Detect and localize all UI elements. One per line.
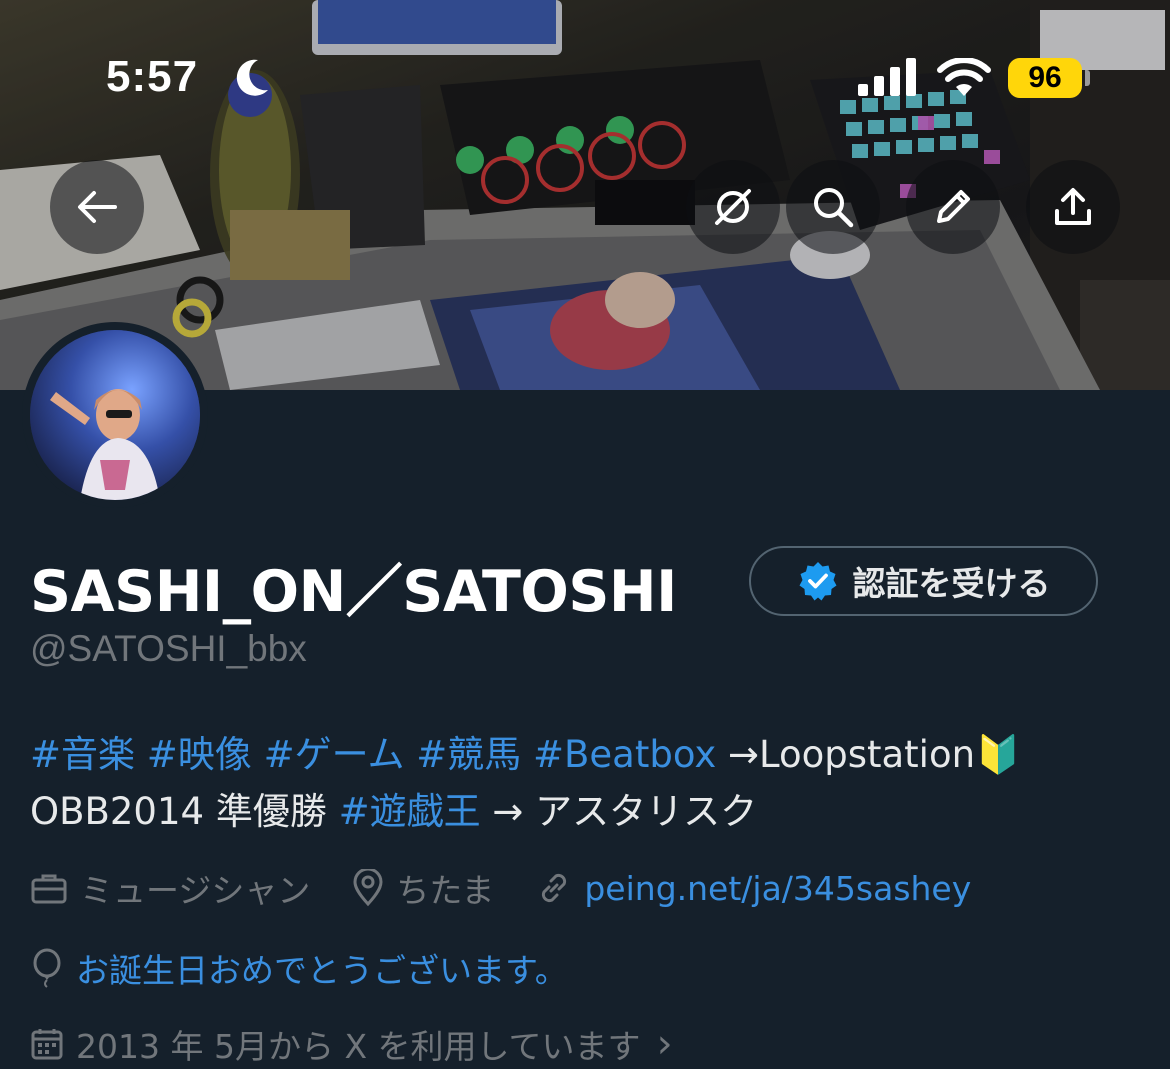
profile-handle: @SATOSHI_bbx <box>30 628 307 669</box>
avatar-image <box>30 330 200 500</box>
wifi-icon <box>937 58 991 96</box>
bio-text: → アスタリスク <box>480 790 758 833</box>
get-verified-button[interactable]: 認証を受ける <box>749 546 1098 616</box>
bio-text <box>252 733 264 776</box>
location-text: ちたま <box>396 871 495 910</box>
hashtag-link[interactable]: #映像 <box>147 733 252 776</box>
joined-row[interactable]: 2013 年 5月から X を利用しています › <box>30 1020 673 1068</box>
profession-item: ミュージシャン <box>30 864 310 912</box>
profile-avatar[interactable] <box>22 322 208 508</box>
bio-line-1: #音楽 #映像 #ゲーム #競馬 #Beatbox →Loopstation🔰 <box>30 726 1140 783</box>
do-not-disturb-moon-icon <box>236 59 268 96</box>
location-pin-icon <box>353 869 383 907</box>
calendar-icon <box>31 1029 63 1060</box>
status-bar-time: 5:57 <box>106 52 199 101</box>
search-icon <box>814 188 854 228</box>
bio-text <box>404 733 416 776</box>
share-icon <box>1055 188 1091 225</box>
profile-meta-row: ミュージシャン ちたま peing.net/ja/345sashey <box>30 864 1013 912</box>
location-item: ちたま <box>352 864 494 912</box>
bio-text: →Loopstation🔰 <box>716 733 1022 776</box>
profession-text: ミュージシャン <box>80 871 311 910</box>
pencil-icon <box>937 190 970 223</box>
birthday-row: お誕生日おめでとうございます。 <box>30 944 568 992</box>
incognito-button[interactable] <box>686 160 780 254</box>
avatar-photo <box>30 330 200 500</box>
hashtag-link[interactable]: #遊戯王 <box>339 790 481 833</box>
website-item[interactable]: peing.net/ja/345sashey <box>536 869 971 908</box>
balloon-icon <box>33 948 61 988</box>
battery-cap <box>1085 70 1090 86</box>
hashtag-link[interactable]: #Beatbox <box>533 733 716 776</box>
hashtag-link[interactable]: #競馬 <box>416 733 521 776</box>
bio-text: OBB2014 準優勝 <box>30 790 339 833</box>
hashtag-link[interactable]: #ゲーム <box>264 733 405 776</box>
incognito-icon <box>715 189 751 225</box>
hashtag-link[interactable]: #音楽 <box>30 733 135 776</box>
chevron-right-icon: › <box>656 1021 673 1067</box>
bio-text <box>135 733 147 776</box>
briefcase-icon <box>31 874 67 904</box>
edit-button[interactable] <box>906 160 1000 254</box>
profile-bio: #音楽 #映像 #ゲーム #競馬 #Beatbox →Loopstation🔰 … <box>30 726 1140 840</box>
back-button[interactable] <box>50 160 144 254</box>
joined-text: 2013 年 5月から X を利用しています <box>76 1027 641 1066</box>
cellular-signal-icon <box>858 58 916 96</box>
battery-level: 96 <box>1008 58 1082 98</box>
get-verified-label: 認証を受ける <box>852 564 1051 603</box>
verified-badge-icon <box>799 562 836 601</box>
search-button[interactable] <box>786 160 880 254</box>
bio-text <box>521 733 533 776</box>
birthday-text: お誕生日おめでとうございます。 <box>76 951 568 990</box>
share-button[interactable] <box>1026 160 1120 254</box>
website-link[interactable]: peing.net/ja/345sashey <box>584 869 971 908</box>
link-icon <box>542 873 567 903</box>
bio-line-2: OBB2014 準優勝 #遊戯王 → アスタリスク <box>30 783 1140 840</box>
arrow-left-icon <box>78 191 117 223</box>
profile-display-name: SASHI_ON／SATOSHI <box>30 559 677 625</box>
